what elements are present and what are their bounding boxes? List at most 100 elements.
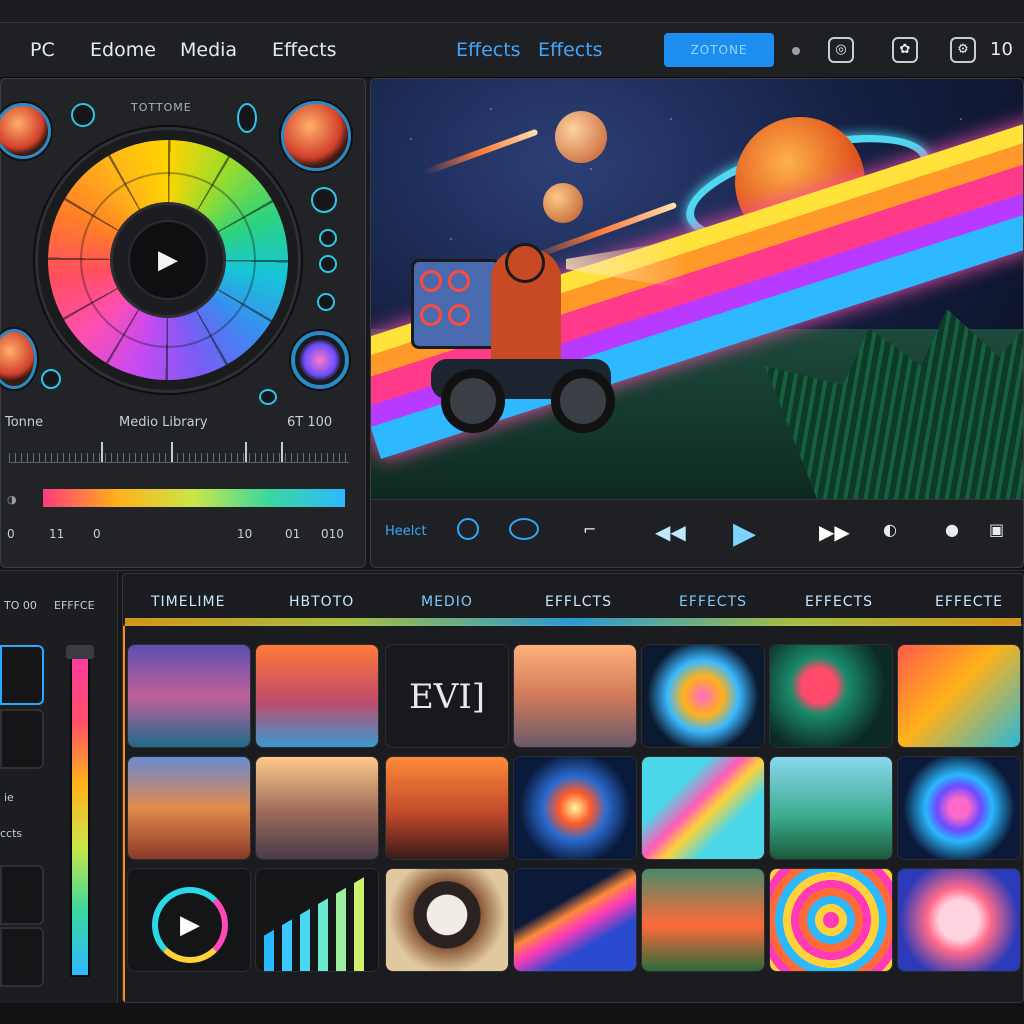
top-menu-bar: PC Edome Media Effects Effects Effects Z… [0, 22, 1024, 78]
effects-icon[interactable]: ✿ [892, 37, 918, 63]
color-wheel[interactable]: ▶ [35, 127, 301, 393]
media-thumbnail[interactable] [897, 644, 1021, 748]
tab-effects-3[interactable]: EFFECTS [805, 594, 873, 610]
marker-icon[interactable]: ⌐ [583, 520, 596, 539]
media-thumbnail[interactable] [641, 756, 765, 860]
sidebar-item-label-effects: ccts [0, 827, 23, 840]
record-icon[interactable]: ● [945, 520, 959, 539]
rewind-icon[interactable]: ◀◀ [655, 520, 686, 544]
fast-forward-icon[interactable]: ▶▶ [819, 520, 850, 544]
level-ruler[interactable] [9, 439, 349, 463]
bottom-workspace: TO 00 EFFFCE ie ccts TIMELIME HBTOTO MED… [0, 570, 1024, 1003]
media-thumbnail[interactable] [385, 756, 509, 860]
media-thumbnail[interactable] [769, 644, 893, 748]
color-wheel-panel: TOTTOME ▶ Tonne Medio Library 6T 100 ◑ 0… [0, 78, 366, 568]
small-planet-2 [543, 183, 583, 223]
small-planet [555, 111, 607, 163]
bike-rear-wheel [441, 369, 505, 433]
tab-effects-1[interactable]: EFFLCTS [545, 594, 612, 610]
media-thumbnail[interactable] [897, 756, 1021, 860]
timeline-ruler[interactable] [125, 618, 1021, 626]
media-thumbnail[interactable] [255, 644, 379, 748]
right-knob-top[interactable] [281, 101, 351, 171]
preview-frame[interactable] [371, 79, 1023, 499]
media-thumbnail[interactable] [641, 868, 765, 972]
camera-icon[interactable]: ▣ [989, 520, 1004, 539]
media-thumbnail[interactable] [127, 756, 251, 860]
right-knob-bottom[interactable] [291, 331, 349, 389]
equalizer-icon [256, 869, 378, 971]
tab-effects-2[interactable]: EFFECTS [679, 594, 747, 610]
menu-item-edome[interactable]: Edome [90, 39, 156, 61]
left-knob-bottom[interactable] [0, 329, 37, 389]
tab-timeline[interactable]: TIMELIME [151, 594, 225, 610]
sidebar-button-4[interactable] [0, 927, 44, 987]
sidebar-button-1[interactable] [0, 645, 44, 705]
menu-item-effects[interactable]: Effects [272, 39, 337, 61]
audio-icon[interactable]: ◐ [883, 520, 897, 539]
media-thumbnail-bars[interactable] [255, 868, 379, 972]
tab-hbtoto[interactable]: HBTOTO [289, 594, 354, 610]
mini-icon-1[interactable] [71, 103, 95, 127]
primary-action-button[interactable]: ZOTONE [664, 33, 774, 67]
left-sidebar: TO 00 EFFFCE ie ccts [0, 571, 118, 1003]
menu-item-pc[interactable]: PC [30, 39, 55, 61]
media-thumbnail[interactable] [513, 644, 637, 748]
menu-item-media[interactable]: Media [180, 39, 237, 61]
media-thumbnail-panda[interactable] [385, 868, 509, 972]
mini-icon-8[interactable] [259, 389, 277, 405]
play-icon: ▶ [152, 887, 228, 963]
record-icon[interactable]: ◎ [828, 37, 854, 63]
media-thumbnail[interactable] [513, 756, 637, 860]
color-gradient-bar[interactable] [43, 489, 345, 507]
panel-num-4: 10 [237, 527, 253, 541]
sidebar-label-right: EFFFCE [54, 599, 95, 612]
play-button[interactable]: ▶ [733, 516, 756, 551]
sidebar-button-3[interactable] [0, 865, 44, 925]
loop-icon[interactable] [457, 518, 479, 540]
transport-label: Heelct [385, 524, 427, 539]
media-thumbnail-logo[interactable]: EVI] [385, 644, 509, 748]
media-thumbnail[interactable] [897, 868, 1021, 972]
panel-num-2: 11 [49, 527, 65, 541]
media-thumbnail[interactable] [255, 756, 379, 860]
ruler-tick [101, 442, 103, 462]
menu-effects-center-2[interactable]: Effects [538, 39, 603, 61]
tab-effects-4[interactable]: EFFECTE [935, 594, 1003, 610]
panel-label-media-library: Medio Library [119, 415, 208, 430]
media-thumbnail-play[interactable]: ▶ [127, 868, 251, 972]
timeline-playhead[interactable] [123, 626, 125, 1002]
motorcycle-rider [401, 243, 621, 449]
media-thumbnail[interactable] [769, 756, 893, 860]
mini-icon-6[interactable] [317, 293, 335, 311]
panel-label-left: Tonne [5, 415, 44, 430]
settings-icon[interactable]: ⚙ [950, 37, 976, 63]
ruler-tick [171, 442, 173, 462]
video-preview-panel: Heelct ⌐ ◀◀ ▶ ▶▶ ◐ ● ▣ [370, 78, 1024, 568]
sidebar-button-2[interactable] [0, 709, 44, 769]
status-dot [792, 47, 800, 55]
tab-media[interactable]: MEDIO [421, 594, 473, 610]
media-thumbnail[interactable] [641, 644, 765, 748]
play-icon[interactable]: ▶ [128, 220, 208, 300]
media-library: TIMELIME HBTOTO MEDIO EFFLCTS EFFECTS EF… [122, 573, 1024, 1003]
mini-icon-5[interactable] [319, 255, 337, 273]
mini-icon-7[interactable] [41, 369, 61, 389]
menu-effects-center-1[interactable]: Effects [456, 39, 521, 61]
level-meter-knob[interactable] [66, 645, 94, 659]
media-thumbnail[interactable] [513, 868, 637, 972]
mini-icon-4[interactable] [319, 229, 337, 247]
vertical-level-meter[interactable] [70, 655, 90, 977]
sidebar-item-label-1: ie [4, 791, 14, 804]
panel-num-3: 0 [93, 527, 101, 541]
mini-icon-3[interactable] [311, 187, 337, 213]
left-knob-top[interactable] [0, 103, 51, 159]
media-thumbnail[interactable] [127, 644, 251, 748]
media-thumbnail[interactable] [769, 868, 893, 972]
mini-icon-2[interactable] [237, 103, 257, 133]
gradient-icon: ◑ [7, 493, 17, 506]
speed-icon[interactable] [509, 518, 539, 540]
transport-controls: Heelct ⌐ ◀◀ ▶ ▶▶ ◐ ● ▣ [371, 499, 1023, 567]
rider-backpack [411, 259, 501, 349]
sidebar-label-left: TO 00 [4, 599, 37, 612]
